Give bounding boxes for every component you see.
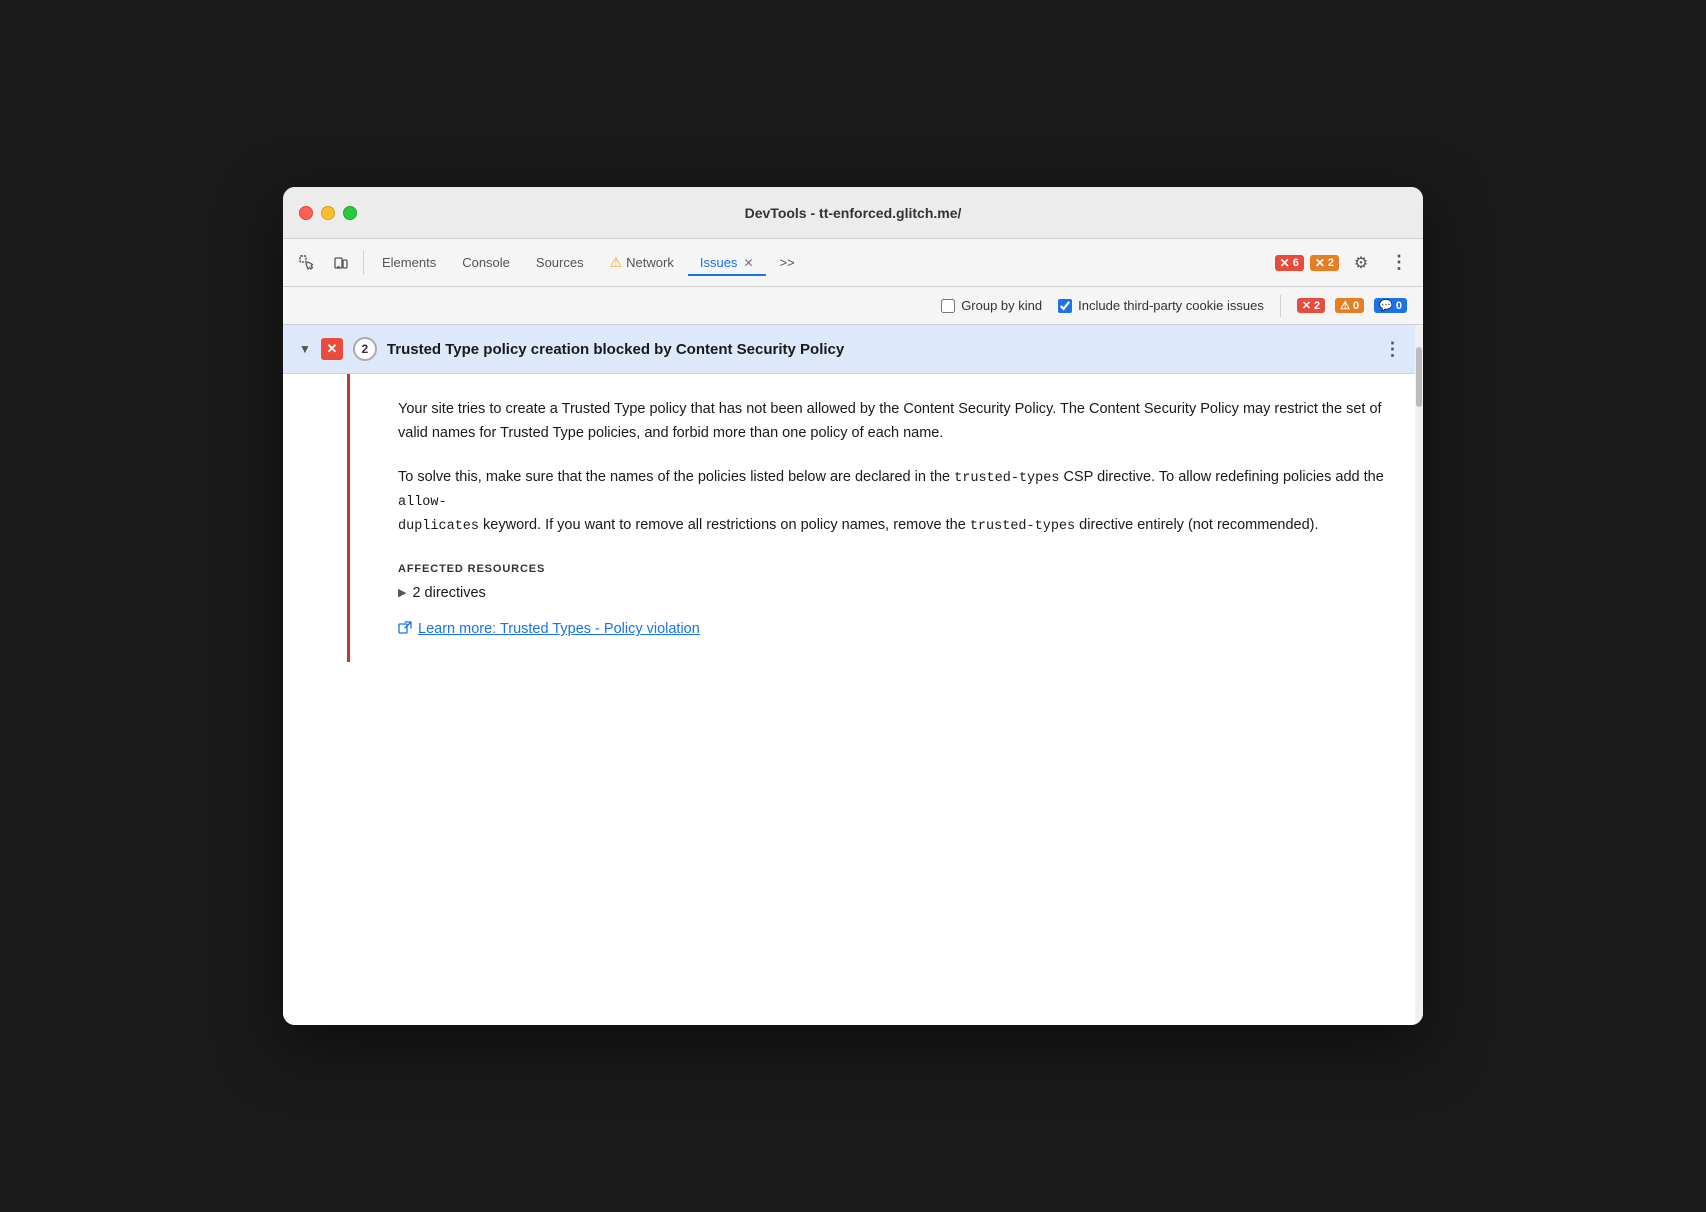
inspector-icon-button[interactable] [291, 247, 323, 279]
device-toggle-button[interactable] [325, 247, 357, 279]
directives-arrow-icon: ▶ [398, 586, 406, 599]
gear-icon: ⚙ [1354, 253, 1368, 273]
scrollbar-thumb[interactable] [1416, 347, 1422, 407]
collapse-chevron-icon[interactable]: ▼ [299, 342, 311, 356]
trusted-types-code2: trusted-types [970, 519, 1075, 534]
external-link-icon [398, 621, 412, 638]
subbar-error-icon: ✕ [1302, 299, 1311, 312]
toolbar-divider [363, 251, 364, 275]
maximize-button[interactable] [343, 206, 357, 220]
more-tabs-button[interactable]: >> [768, 249, 807, 276]
main-content: ▼ ✕ 2 Trusted Type policy creation block… [283, 325, 1423, 1025]
csp-directive-code: trusted-types [954, 471, 1059, 486]
error-count-item: ✕ 2 [1297, 298, 1325, 313]
subbar-warning-icon: ⚠ [1340, 299, 1350, 312]
info-count-item: 💬 0 [1374, 298, 1407, 313]
network-warning-icon: ⚠ [610, 254, 623, 271]
issues-subbar: Group by kind Include third-party cookie… [283, 287, 1423, 325]
issue-title: Trusted Type policy creation blocked by … [387, 341, 1369, 358]
error-badge: ✕ 6 [1275, 255, 1304, 271]
titlebar: DevTools - tt-enforced.glitch.me/ [283, 187, 1423, 239]
subbar-divider [1280, 295, 1281, 317]
subbar-counts: ✕ 2 ⚠ 0 💬 0 [1297, 298, 1407, 313]
issue-error-badge: ✕ [321, 338, 343, 360]
tab-console[interactable]: Console [450, 249, 522, 276]
close-button[interactable] [299, 206, 313, 220]
warning-x-icon: ✕ [1315, 256, 1325, 270]
issues-panel: ▼ ✕ 2 Trusted Type policy creation block… [283, 325, 1423, 1025]
issue-body-wrapper: Your site tries to create a Trusted Type… [315, 374, 1423, 662]
group-by-kind-label[interactable]: Group by kind [941, 298, 1042, 313]
affected-resources-label: AFFECTED RESOURCES [398, 563, 1391, 575]
tab-network[interactable]: ⚠ Network [598, 248, 686, 277]
issue-body: Your site tries to create a Trusted Type… [347, 374, 1423, 662]
minimize-button[interactable] [321, 206, 335, 220]
tab-elements[interactable]: Elements [370, 249, 448, 276]
group-by-kind-checkbox[interactable] [941, 299, 955, 313]
settings-button[interactable]: ⚙ [1345, 247, 1377, 279]
devtools-window: DevTools - tt-enforced.glitch.me/ Elemen… [283, 187, 1423, 1025]
issue-description: Your site tries to create a Trusted Type… [398, 398, 1391, 446]
issue-count-badge: 2 [353, 337, 377, 361]
traffic-lights [299, 206, 357, 220]
directives-item[interactable]: ▶ 2 directives [398, 585, 1391, 601]
tab-sources[interactable]: Sources [524, 249, 596, 276]
window-title: DevTools - tt-enforced.glitch.me/ [745, 205, 962, 221]
warning-badge: ✕ 2 [1310, 255, 1339, 271]
subbar-info-badge: 💬 0 [1374, 298, 1407, 313]
learn-more-link[interactable]: Learn more: Trusted Types - Policy viola… [398, 621, 1391, 638]
issue-more-button[interactable]: ⋮ [1379, 335, 1407, 363]
toolbar-right: ✕ 6 ✕ 2 ⚙ ⋮ [1275, 247, 1415, 279]
include-third-party-checkbox[interactable] [1058, 299, 1072, 313]
vertical-dots-icon: ⋮ [1390, 252, 1408, 273]
warning-count-item: ⚠ 0 [1335, 298, 1364, 313]
toolbar: Elements Console Sources ⚠ Network Issue… [283, 239, 1423, 287]
issue-header[interactable]: ▼ ✕ 2 Trusted Type policy creation block… [283, 325, 1423, 374]
more-options-button[interactable]: ⋮ [1383, 247, 1415, 279]
include-third-party-label[interactable]: Include third-party cookie issues [1058, 298, 1264, 313]
cursor-inspector-icon [299, 255, 315, 271]
scrollbar-track[interactable] [1415, 325, 1423, 1025]
error-x-icon: ✕ [1280, 256, 1290, 270]
allow-duplicates-code: allow-duplicates [398, 495, 479, 534]
tab-issues[interactable]: Issues ✕ [688, 249, 766, 276]
issues-tab-close-icon[interactable]: ✕ [743, 256, 753, 270]
device-toggle-icon [333, 255, 349, 271]
subbar-warning-badge: ⚠ 0 [1335, 298, 1364, 313]
subbar-error-badge: ✕ 2 [1297, 298, 1325, 313]
subbar-filters: Group by kind Include third-party cookie… [941, 298, 1264, 313]
subbar-info-icon: 💬 [1379, 299, 1393, 312]
issue-solution: To solve this, make sure that the names … [398, 466, 1391, 539]
